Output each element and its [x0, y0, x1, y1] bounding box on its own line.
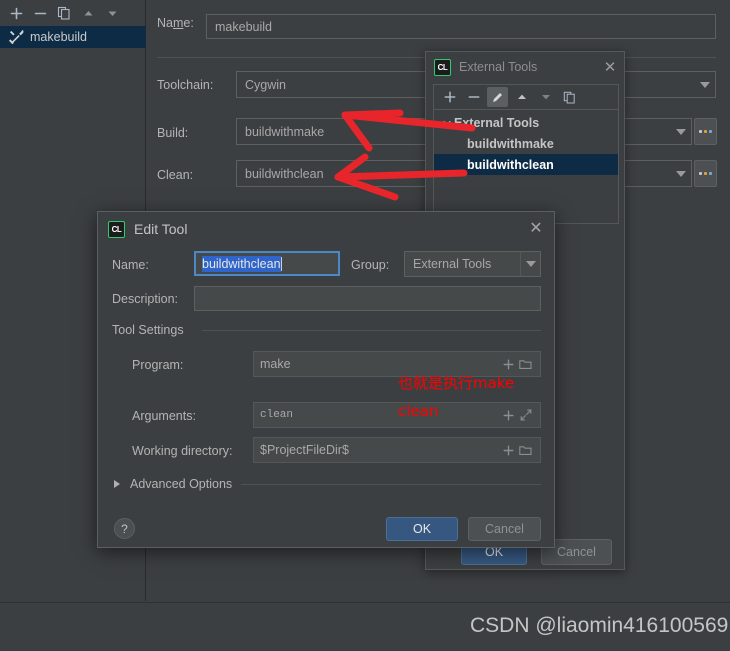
edit-group-value: External Tools [413, 257, 492, 271]
copy-tool-icon[interactable] [559, 87, 580, 107]
clean-label: Clean: [157, 168, 194, 182]
move-down-icon[interactable] [101, 2, 123, 24]
help-button[interactable]: ? [114, 518, 135, 539]
remove-icon[interactable] [29, 2, 51, 24]
watermark: CSDN @liaomin416100569 [470, 614, 729, 637]
move-down-icon[interactable] [535, 87, 556, 107]
toolchain-label: Toolchain: [157, 78, 214, 92]
chevron-down-icon[interactable] [671, 161, 691, 186]
move-up-icon[interactable] [77, 2, 99, 24]
tree-group-external-tools[interactable]: External Tools [434, 112, 618, 133]
edit-tool-ok-button[interactable]: OK [386, 517, 458, 541]
expand-editor-icon[interactable] [517, 403, 534, 427]
insert-macro-icon[interactable] [500, 403, 517, 427]
build-label: Build: [157, 126, 189, 140]
copy-icon[interactable] [53, 2, 75, 24]
clion-logo-icon: CL [108, 220, 125, 238]
add-tool-icon[interactable] [439, 87, 460, 107]
insert-macro-icon[interactable] [500, 438, 517, 462]
edit-tool-icon[interactable] [487, 87, 508, 107]
external-tools-title: External Tools [459, 60, 538, 74]
clean-browse-button[interactable] [694, 160, 717, 187]
browse-folder-icon[interactable] [517, 438, 534, 462]
edit-tool-cancel-button[interactable]: Cancel [468, 517, 541, 541]
tree-toolbar [0, 0, 146, 26]
edit-program-label: Program: [132, 358, 184, 372]
clion-logo-icon: CL [434, 58, 451, 76]
expand-triangle-icon[interactable] [114, 480, 120, 488]
edit-name-label: Name: [112, 258, 149, 272]
list-item[interactable]: buildwithclean [434, 154, 618, 175]
browse-folder-icon[interactable] [517, 352, 534, 376]
tool-settings-group-label: Tool Settings [112, 323, 184, 337]
edit-working-directory-input[interactable]: $ProjectFileDir$ [253, 437, 541, 463]
build-browse-button[interactable] [694, 118, 717, 145]
group-divider [241, 484, 541, 485]
name-input[interactable]: makebuild [206, 14, 716, 39]
name-input-value: makebuild [215, 19, 272, 34]
edit-description-input[interactable] [194, 286, 541, 311]
edit-arguments-input[interactable]: clean [253, 402, 541, 428]
tool-item-label: buildwithmake [467, 136, 554, 151]
edit-program-value: make [260, 357, 291, 371]
move-up-icon[interactable] [511, 87, 532, 107]
edit-working-directory-label: Working directory: [132, 444, 233, 458]
chevron-down-icon[interactable] [440, 118, 454, 128]
close-icon[interactable]: ✕ [601, 58, 619, 76]
external-tools-list-box: External Tools buildwithmake buildwithcl… [433, 84, 619, 224]
text-caret [280, 256, 282, 271]
external-tools-list: External Tools buildwithmake buildwithcl… [434, 110, 618, 175]
wrench-icon [8, 29, 24, 45]
edit-working-directory-value: $ProjectFileDir$ [260, 443, 349, 457]
advanced-options-label[interactable]: Advanced Options [130, 477, 232, 491]
external-tools-toolbar [434, 85, 618, 110]
list-item[interactable]: buildwithmake [434, 133, 618, 154]
group-divider [202, 330, 541, 331]
tool-item-label: buildwithclean [467, 157, 554, 172]
chevron-down-icon[interactable] [695, 72, 715, 97]
add-icon[interactable] [5, 2, 27, 24]
edit-tool-title: Edit Tool [134, 221, 188, 237]
external-tools-titlebar: CL External Tools ✕ [426, 52, 626, 82]
edit-group-label: Group: [351, 258, 390, 272]
tree-group-label: External Tools [454, 115, 540, 130]
edit-group-combo[interactable]: External Tools [404, 251, 541, 277]
annotation-note-line2: clean [398, 402, 439, 420]
edit-name-value: buildwithclean [202, 255, 281, 272]
sidebar-item-makebuild[interactable]: makebuild [0, 26, 146, 48]
sidebar-item-label: makebuild [30, 30, 87, 44]
chevron-down-icon[interactable] [671, 119, 691, 144]
edit-name-input[interactable]: buildwithclean [194, 251, 340, 276]
edit-tool-titlebar: CL Edit Tool ✕ [98, 212, 554, 246]
edit-arguments-label: Arguments: [132, 409, 196, 423]
edit-description-label: Description: [112, 292, 178, 306]
edit-arguments-value: clean [260, 409, 294, 421]
remove-tool-icon[interactable] [463, 87, 484, 107]
annotation-note-line1: 也就是执行make [398, 374, 515, 392]
chevron-down-icon[interactable] [520, 252, 540, 276]
close-icon[interactable]: ✕ [527, 220, 545, 238]
